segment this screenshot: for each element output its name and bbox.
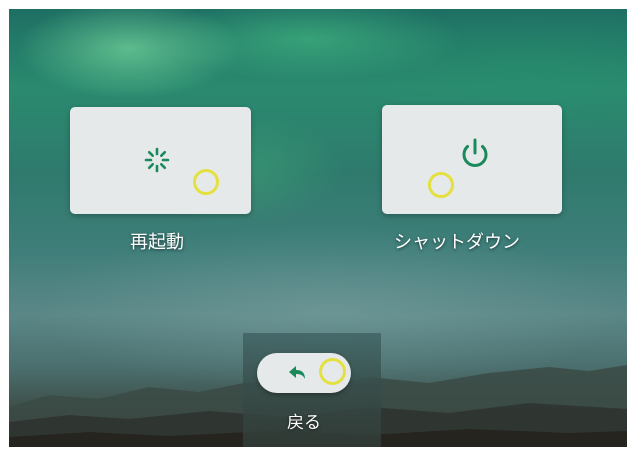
focus-ring [319,358,346,385]
back-panel: 戻る [243,333,381,447]
back-button[interactable] [257,353,351,393]
restart-label: 再起動 [130,232,184,253]
restart-button[interactable] [70,107,251,214]
power-icon [462,138,488,168]
shutdown-label: シャットダウン [394,232,520,253]
shutdown-button[interactable] [382,105,562,214]
focus-ring [428,172,454,198]
focus-ring [193,169,219,195]
back-arrow-icon [289,366,305,379]
restart-spinner-icon [144,147,170,173]
screenshot-frame: 再起動 シャットダウン 戻る [0,0,632,453]
back-label: 戻る [287,413,321,433]
power-menu-screen: 再起動 シャットダウン 戻る [9,9,627,447]
